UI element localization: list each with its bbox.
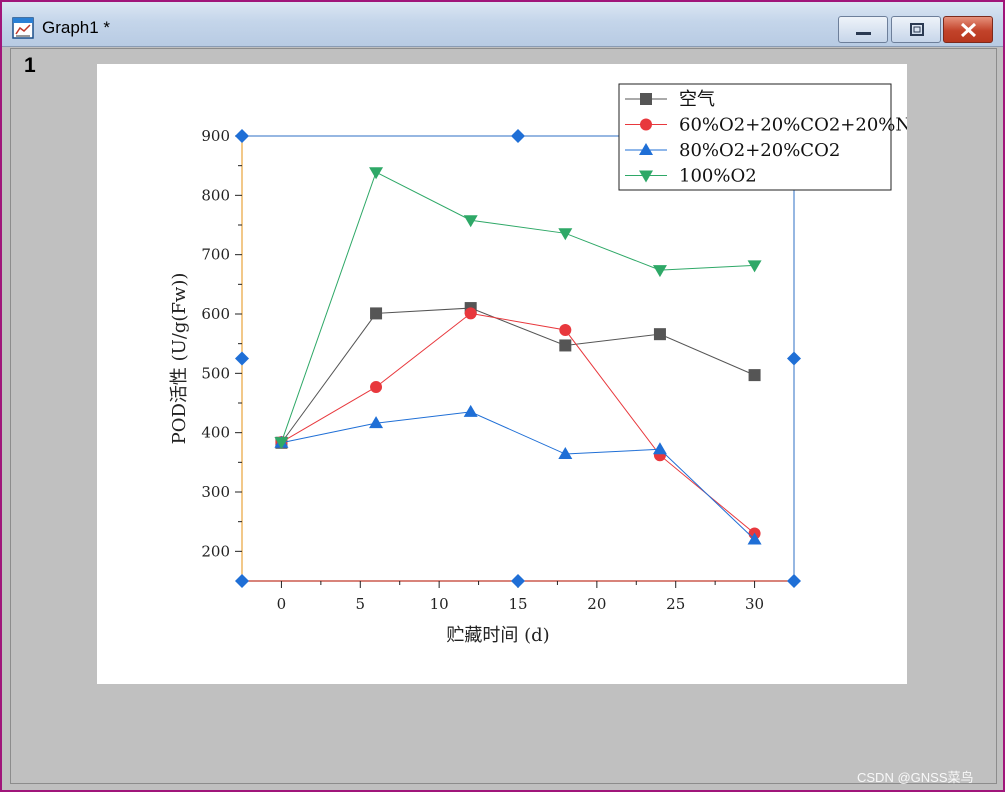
maximize-icon [910, 23, 924, 36]
x-tick-label: 0 [277, 595, 287, 613]
data-point-s1 [748, 369, 761, 382]
y-tick-label: 200 [201, 542, 230, 560]
y-axis-title: POD活性 (U/g(Fw)) [169, 273, 190, 445]
selection-handle[interactable] [511, 129, 525, 143]
data-point-s4 [747, 260, 762, 273]
line-chart[interactable]: 200 300 400 500 600 700 800 900 0 5 10 15 20 25 30 贮藏时间… [97, 64, 907, 684]
minimize-icon [856, 32, 871, 35]
data-point-s2 [370, 380, 383, 393]
legend-label: 100%O2 [679, 166, 757, 187]
graph-page[interactable]: 200 300 400 500 600 700 800 900 0 5 10 15 20 25 30 贮藏时间… [97, 64, 907, 684]
layer-number[interactable]: 1 [24, 54, 36, 78]
data-point-s1 [559, 339, 572, 352]
maximize-button[interactable] [891, 16, 941, 43]
graph-window-icon [12, 17, 34, 39]
data-point-s3 [463, 404, 478, 417]
series-line-1[interactable] [281, 307, 755, 444]
y-tick-label: 500 [201, 364, 230, 382]
data-point-s4 [558, 228, 573, 241]
legend-label: 空气 [679, 89, 715, 110]
selection-handle[interactable] [235, 574, 249, 588]
x-tick-label: 15 [508, 595, 527, 613]
x-axis-title: 贮藏时间 (d) [446, 625, 549, 646]
selection-handle[interactable] [235, 129, 249, 143]
y-tick-label: 800 [201, 186, 230, 204]
data-point-s1 [370, 307, 383, 320]
selection-frame[interactable] [241, 135, 795, 582]
watermark-text: CSDN @GNSS菜鸟 [857, 770, 974, 785]
legend-label: 80%O2+20%CO2 [679, 140, 840, 161]
y-tick-label: 400 [201, 424, 230, 442]
selection-handle[interactable] [787, 351, 801, 366]
y-tick-label: 700 [201, 246, 230, 264]
selection-handle[interactable] [787, 574, 801, 588]
title-bar[interactable]: Graph1 * [2, 2, 1003, 47]
data-point-s2 [464, 307, 477, 320]
minimize-button[interactable] [838, 16, 888, 43]
series-line-3[interactable] [281, 411, 755, 540]
y-tick-label: 600 [201, 305, 230, 323]
window-title: Graph1 * [42, 18, 111, 37]
x-tick-label: 10 [430, 595, 449, 613]
data-point-s2 [559, 324, 572, 337]
graph-window: Graph1 * 1 200 300 400 500 600 700 800 900 0 5 10 1… [0, 0, 1005, 792]
selection-handle[interactable] [511, 574, 525, 588]
x-tick-label: 5 [356, 595, 366, 613]
series-line-4[interactable] [280, 171, 755, 443]
data-point-s1 [653, 328, 666, 341]
selection-handle[interactable] [235, 351, 249, 366]
legend-marker [640, 118, 652, 131]
data-point-s3 [558, 447, 573, 460]
x-tick-label: 30 [745, 595, 764, 613]
close-icon [960, 22, 977, 38]
data-point-s4 [652, 265, 667, 278]
y-tick-label: 300 [201, 483, 230, 501]
y-tick-label: 900 [201, 127, 230, 145]
legend-label: 60%O2+20%CO2+20%N2 [679, 115, 907, 136]
close-button[interactable] [943, 16, 993, 43]
x-tick-label: 20 [587, 595, 606, 613]
legend-marker [640, 93, 652, 105]
x-tick-label: 25 [666, 595, 685, 613]
data-point-s4 [369, 167, 384, 180]
